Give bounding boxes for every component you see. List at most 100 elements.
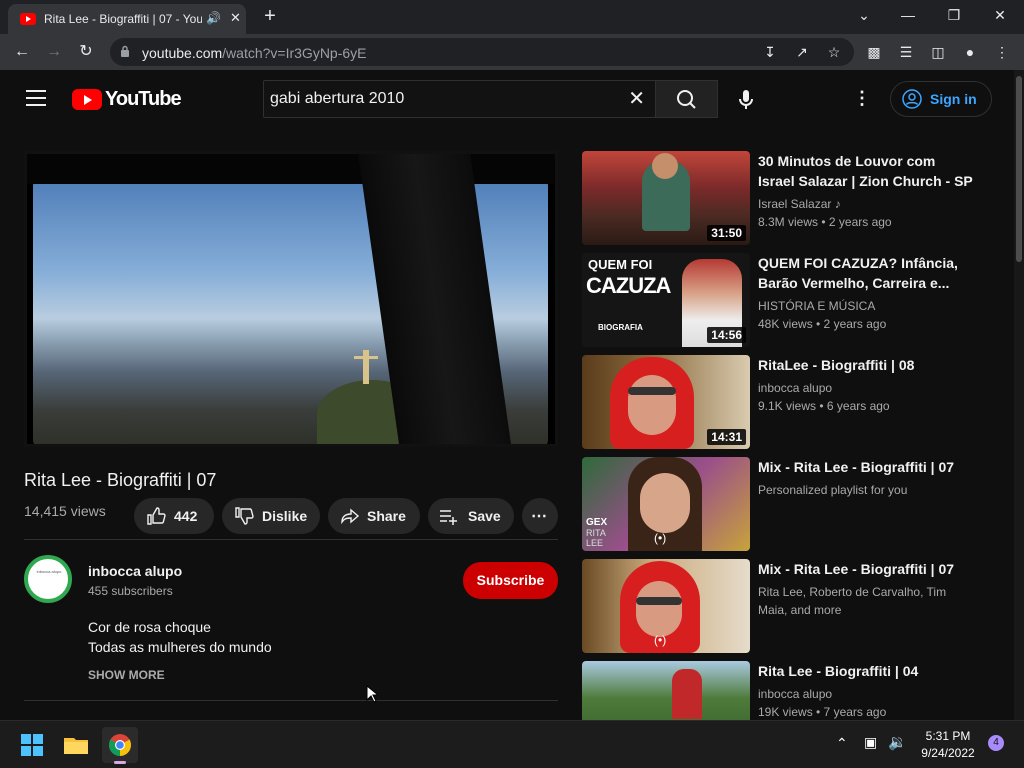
dislike-button[interactable]: Dislike [222, 498, 320, 534]
video-thumbnail[interactable]: 14:31 [582, 355, 750, 449]
related-video-item[interactable]: Rita Lee - Biograffiti | 04 inbocca alup… [582, 661, 1002, 720]
close-tab-icon[interactable]: ✕ [230, 10, 241, 26]
browser-toolbar: ← → ↻ youtube.com/watch?v=Ir3GyNp-6yE ↧ … [0, 34, 1024, 70]
tab-search-icon[interactable]: ⌄ [844, 4, 884, 28]
playlist-add-icon [440, 510, 457, 525]
share-label: Share [367, 508, 406, 524]
reload-icon[interactable]: ↻ [74, 40, 98, 64]
mouse-cursor-icon [366, 685, 378, 703]
speaker-icon[interactable]: 🔊 [206, 11, 221, 25]
voice-search-button[interactable] [732, 85, 760, 113]
show-more-button[interactable]: SHOW MORE [88, 668, 165, 682]
thumbs-down-icon [235, 507, 254, 525]
related-video-item[interactable]: QUEM FOI CAZUZA BIOGRAFIA 14:56 QUEM FOI… [582, 253, 1002, 349]
scrollbar-thumb[interactable] [1016, 76, 1022, 262]
forward-arrow-icon[interactable]: → [42, 40, 66, 64]
thumbnail-text: QUEM FOI [588, 257, 653, 272]
thumbnail-text: RITA [586, 528, 606, 538]
channel-label: Israel Salazar [758, 197, 832, 211]
side-panel-icon[interactable]: ◫ [928, 42, 948, 62]
install-app-icon[interactable]: ↧ [760, 42, 780, 62]
related-video-item[interactable]: GEX RITA LEE (•) Mix - Rita Lee - Biogra… [582, 457, 1002, 553]
clock-date: 9/24/2022 [921, 746, 975, 760]
url-host: youtube.com [142, 45, 223, 61]
extensions-icon[interactable]: ▩ [864, 42, 884, 62]
related-video-channel[interactable]: inbocca alupo [758, 685, 973, 703]
related-video-title[interactable]: RitaLee - Biograffiti | 08 [758, 355, 973, 375]
share-button[interactable]: Share [328, 498, 420, 534]
bookmark-star-icon[interactable]: ☆ [824, 42, 844, 62]
search-box[interactable]: ✕ [263, 80, 656, 118]
video-thumbnail[interactable]: GEX RITA LEE (•) [582, 457, 750, 551]
settings-more-icon[interactable]: ⋮ [852, 88, 872, 110]
related-video-title[interactable]: 30 Minutos de Louvor com Israel Salazar … [758, 151, 973, 191]
sign-in-button[interactable]: Sign in [890, 81, 992, 117]
video-thumbnail[interactable]: (•) [582, 559, 750, 653]
close-window-button[interactable]: ✕ [980, 4, 1020, 28]
browser-tab-strip: Rita Lee - Biograffiti | 07 - YouTube 🔊 … [0, 0, 1024, 34]
address-bar[interactable]: youtube.com/watch?v=Ir3GyNp-6yE ↧ ↗ ☆ [110, 38, 854, 66]
url-text[interactable]: youtube.com/watch?v=Ir3GyNp-6yE [142, 45, 367, 61]
minimize-button[interactable]: — [888, 4, 928, 28]
view-count: 14,415 views [24, 503, 106, 519]
account-circle-icon [902, 89, 922, 109]
chrome-taskbar-icon[interactable] [102, 727, 138, 764]
video-duration: 31:50 [707, 225, 746, 241]
clear-search-icon[interactable]: ✕ [628, 89, 645, 109]
restore-button[interactable]: ❐ [934, 4, 974, 28]
related-video-channel[interactable]: HISTÓRIA E MÚSICA [758, 297, 973, 315]
related-video-title[interactable]: Mix - Rita Lee - Biograffiti | 07 [758, 457, 973, 477]
volume-icon[interactable]: 🔉 [888, 733, 907, 751]
related-video-title[interactable]: Mix - Rita Lee - Biograffiti | 07 [758, 559, 973, 579]
browser-menu-icon[interactable]: ⋮ [992, 42, 1012, 62]
notification-badge[interactable]: 4 [988, 735, 1004, 751]
related-video-meta: 48K views • 2 years ago [758, 317, 887, 331]
profile-icon[interactable]: ● [960, 42, 980, 62]
related-video-channel[interactable]: Rita Lee, Roberto de Carvalho, Tim Maia,… [758, 583, 973, 619]
lock-icon[interactable] [120, 45, 130, 57]
video-player[interactable] [24, 151, 558, 447]
youtube-logo-text: YouTube [105, 88, 182, 110]
windows-start-icon[interactable] [14, 727, 50, 763]
video-duration: 14:56 [707, 327, 746, 343]
like-count: 442 [174, 508, 198, 524]
subscribe-button[interactable]: Subscribe [463, 562, 558, 599]
divider [24, 700, 558, 701]
related-video-channel[interactable]: Personalized playlist for you [758, 481, 973, 499]
more-actions-button[interactable]: ⋯ [522, 498, 558, 534]
search-input[interactable] [264, 81, 614, 117]
microphone-icon [739, 90, 753, 109]
christ-statue [354, 350, 378, 384]
system-clock[interactable]: 5:31 PM 9/24/2022 [912, 728, 984, 762]
video-thumbnail[interactable] [582, 661, 750, 720]
thumbs-up-icon [147, 507, 166, 525]
description-line-1: Cor de rosa choque [88, 619, 211, 635]
description-line-2: Todas as mulheres do mundo [88, 639, 272, 655]
media-controls-icon[interactable]: ☰ [896, 42, 916, 62]
channel-name[interactable]: inbocca alupo [88, 563, 182, 579]
network-icon[interactable]: ▣ [864, 734, 877, 751]
related-video-item[interactable]: (•) Mix - Rita Lee - Biograffiti | 07 Ri… [582, 559, 1002, 655]
save-button[interactable]: Save [428, 498, 514, 534]
related-video-item[interactable]: 14:31 RitaLee - Biograffiti | 08 inbocca… [582, 355, 1002, 451]
file-explorer-icon[interactable] [58, 727, 94, 763]
related-video-channel[interactable]: Israel Salazar ♪ [758, 195, 973, 213]
browser-tab-active[interactable]: Rita Lee - Biograffiti | 07 - YouTube 🔊 … [8, 4, 246, 34]
divider [24, 539, 558, 540]
video-thumbnail[interactable]: 31:50 [582, 151, 750, 245]
related-video-title[interactable]: QUEM FOI CAZUZA? Infância, Barão Vermelh… [758, 253, 973, 293]
channel-avatar[interactable]: inbocca alupo [24, 555, 72, 603]
search-button[interactable] [656, 80, 718, 118]
related-video-item[interactable]: 31:50 30 Minutos de Louvor com Israel Sa… [582, 151, 1002, 247]
music-note-icon: ♪ [834, 197, 841, 211]
like-button[interactable]: 442 [134, 498, 214, 534]
related-video-channel[interactable]: inbocca alupo [758, 379, 973, 397]
chevron-up-icon[interactable]: ⌃ [836, 735, 848, 752]
related-video-title[interactable]: Rita Lee - Biograffiti | 04 [758, 661, 973, 681]
back-arrow-icon[interactable]: ← [10, 40, 34, 64]
video-thumbnail[interactable]: QUEM FOI CAZUZA BIOGRAFIA 14:56 [582, 253, 750, 347]
hamburger-menu-icon[interactable] [26, 90, 46, 106]
share-page-icon[interactable]: ↗ [792, 42, 812, 62]
new-tab-button[interactable]: + [258, 5, 282, 29]
page-scrollbar[interactable] [1014, 70, 1024, 720]
